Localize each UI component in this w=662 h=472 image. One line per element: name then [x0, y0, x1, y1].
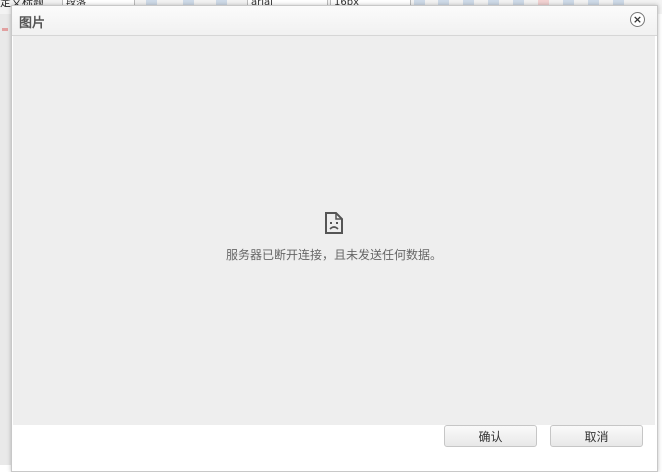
dialog-header: 图片 ×	[12, 6, 657, 36]
confirm-button[interactable]: 确认	[444, 425, 537, 447]
dialog-title: 图片	[19, 16, 46, 31]
editor-marker	[2, 28, 8, 31]
image-dialog: 图片 × 服务器已断开连接，且未发送任何数据。 确认 取消	[11, 5, 658, 472]
close-icon[interactable]: ×	[630, 12, 645, 27]
broken-document-icon	[325, 212, 343, 234]
dialog-body: 服务器已断开连接，且未发送任何数据。	[13, 36, 655, 425]
error-message: 服务器已断开连接，且未发送任何数据。	[225, 248, 442, 262]
cancel-button[interactable]: 取消	[550, 425, 643, 447]
